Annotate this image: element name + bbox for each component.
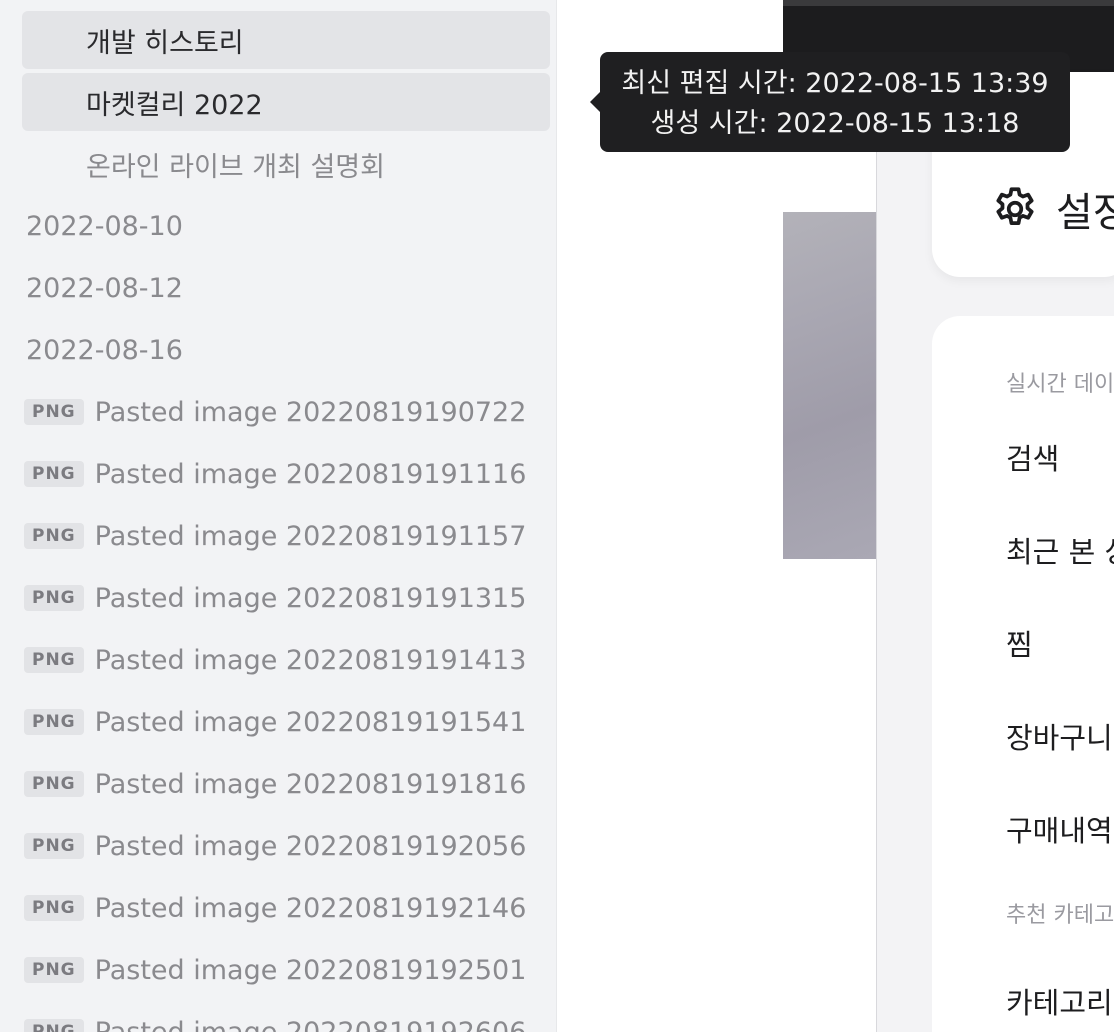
tree-item-label: Pasted image 20220819191816 [94, 768, 527, 800]
tree-item-png-file[interactable]: PNG Pasted image 20220819191315 [22, 569, 550, 627]
tree-item-label: 2022-08-10 [26, 210, 183, 242]
section-header-realtime-data: 실시간 데이 [1006, 372, 1114, 397]
png-badge: PNG [24, 709, 84, 735]
tree-item-date[interactable]: 2022-08-12 [22, 259, 550, 317]
png-badge: PNG [24, 399, 84, 425]
tree-item-png-file[interactable]: PNG Pasted image 20220819191541 [22, 693, 550, 751]
tooltip-modified-time: 최신 편집 시간: 2022-08-15 13:39 [621, 68, 1049, 99]
menu-item-purchase-history[interactable]: 구매내역 [1006, 808, 1113, 850]
gear-icon [996, 187, 1034, 226]
menu-item-search[interactable]: 검색 [1006, 436, 1059, 478]
menu-item-cart[interactable]: 장바구니 [1006, 715, 1113, 757]
tree-item-label: Pasted image 20220819191413 [94, 644, 527, 676]
tree-item-label: 마켓컬리 2022 [86, 89, 263, 121]
tree-item-png-file[interactable]: PNG Pasted image 20220819191413 [22, 631, 550, 689]
png-badge: PNG [24, 585, 84, 611]
file-info-tooltip: 최신 편집 시간: 2022-08-15 13:39 생성 시간: 2022-0… [590, 52, 1070, 152]
png-badge: PNG [24, 523, 84, 549]
png-badge: PNG [24, 833, 84, 859]
tree-item-label: Pasted image 20220819190722 [94, 396, 527, 428]
tree-item-label: 2022-08-12 [26, 272, 183, 304]
section-header-recommended-category: 추천 카테고 [1006, 903, 1114, 928]
tree-item-date[interactable]: 2022-08-10 [22, 197, 550, 255]
tree-item-label: Pasted image 20220819191116 [94, 458, 527, 490]
file-explorer-sidebar: 개발 히스토리 마켓컬리 2022 온라인 라이브 개최 설명회 2022-08… [0, 0, 557, 1032]
tree-item-png-file[interactable]: PNG Pasted image 20220819190722 [22, 383, 550, 441]
tree-item-label: 2022-08-16 [26, 334, 183, 366]
tree-item-online-live-briefing[interactable]: 온라인 라이브 개최 설명회 [22, 135, 550, 193]
tree-item-date[interactable]: 2022-08-16 [22, 321, 550, 379]
tree-item-png-file[interactable]: PNG Pasted image 20220819192501 [22, 941, 550, 999]
tree-item-png-file[interactable]: PNG Pasted image 20220819191157 [22, 507, 550, 565]
png-badge: PNG [24, 1019, 84, 1032]
menu-item-recently-viewed[interactable]: 최근 본 상 [1006, 529, 1114, 571]
tree-item-png-file[interactable]: PNG Pasted image 20220819191816 [22, 755, 550, 813]
menu-item-wishlist[interactable]: 찜 [1006, 622, 1033, 664]
preview-dark-header-edge [783, 0, 1114, 6]
preview-photo [783, 212, 876, 559]
tree-item-label: 온라인 라이브 개최 설명회 [86, 151, 385, 183]
tree-item-label: Pasted image 20220819192501 [94, 954, 527, 986]
tree-item-label: Pasted image 20220819191315 [94, 582, 527, 614]
tree-item-marketkurly-2022[interactable]: 마켓컬리 2022 [22, 73, 550, 131]
png-badge: PNG [24, 771, 84, 797]
tree-item-dev-history[interactable]: 개발 히스토리 [22, 11, 550, 69]
tree-item-png-file[interactable]: PNG Pasted image 20220819192606 [22, 1003, 550, 1032]
menu-item-category[interactable]: 카테고리 [1006, 980, 1113, 1022]
png-badge: PNG [24, 957, 84, 983]
tree-item-label: Pasted image 20220819192146 [94, 892, 527, 924]
settings-label: 설정 [1056, 190, 1114, 236]
tree-item-png-file[interactable]: PNG Pasted image 20220819192056 [22, 817, 550, 875]
tree-item-label: Pasted image 20220819192606 [94, 1016, 527, 1032]
tree-item-label: 개발 히스토리 [86, 27, 244, 59]
tree-item-png-file[interactable]: PNG Pasted image 20220819192146 [22, 879, 550, 937]
settings-row[interactable]: 설정 [990, 180, 1114, 238]
tooltip-created-time: 생성 시간: 2022-08-15 13:18 [650, 108, 1020, 139]
png-badge: PNG [24, 895, 84, 921]
png-badge: PNG [24, 647, 84, 673]
tree-item-png-file[interactable]: PNG Pasted image 20220819191116 [22, 445, 550, 503]
tree-item-label: Pasted image 20220819191157 [94, 520, 527, 552]
tree-item-label: Pasted image 20220819191541 [94, 706, 527, 738]
tree-item-label: Pasted image 20220819192056 [94, 830, 527, 862]
png-badge: PNG [24, 461, 84, 487]
